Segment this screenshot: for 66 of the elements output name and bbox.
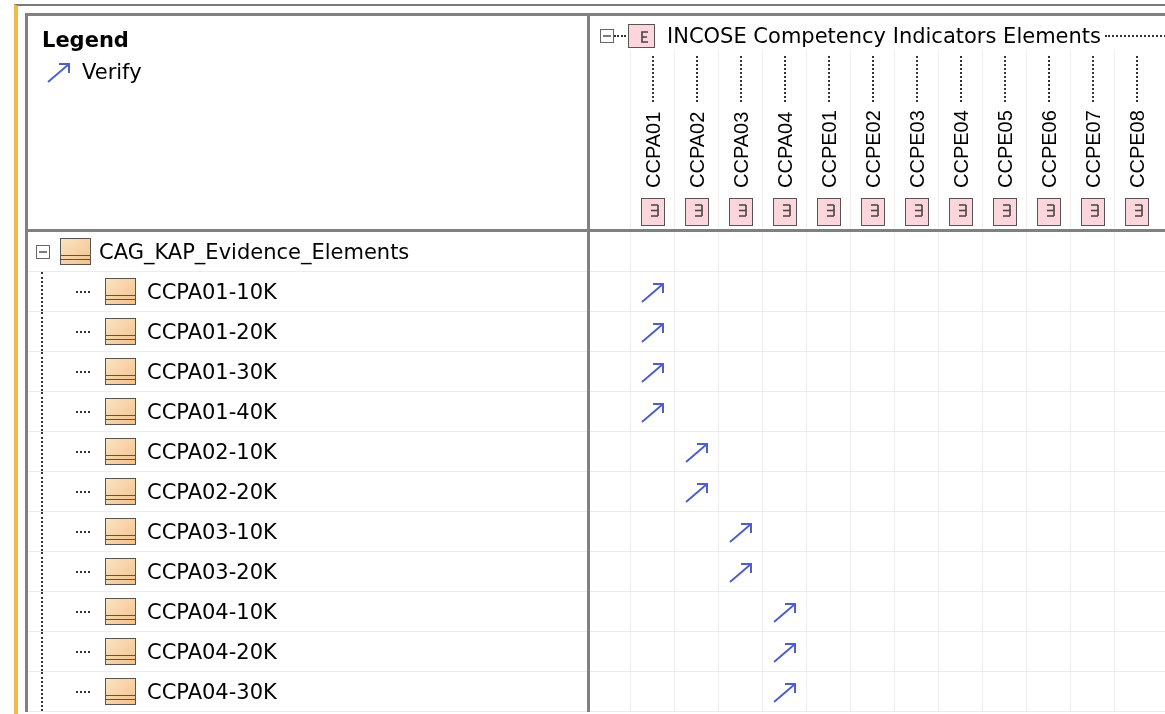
column-header[interactable]: CCPA02 <box>684 106 709 188</box>
verify-arrow-icon <box>771 680 798 703</box>
tree-item[interactable]: CCPA01-30K <box>147 359 277 384</box>
collapse-icon[interactable] <box>36 244 50 259</box>
column-header[interactable]: CCPE04 <box>948 106 973 188</box>
tree-item[interactable]: CCPA04-10K <box>147 599 277 624</box>
column-header[interactable]: CCPE02 <box>860 106 885 188</box>
class-icon <box>105 478 136 505</box>
element-icon <box>1124 198 1149 226</box>
verify-arrow-icon <box>727 560 754 583</box>
verify-arrow-icon <box>683 440 710 463</box>
element-icon <box>992 198 1017 226</box>
class-icon <box>105 518 136 545</box>
tree-item[interactable]: CCPA01-20K <box>147 319 277 344</box>
element-icon <box>904 198 929 226</box>
column-group-header[interactable]: INCOSE Competency Indicators Elements <box>667 23 1101 48</box>
verify-arrow-icon <box>639 400 666 423</box>
collapse-icon[interactable] <box>600 28 614 43</box>
tree-item[interactable]: CCPA02-10K <box>147 439 277 464</box>
column-header[interactable]: CCPE06 <box>1036 106 1061 188</box>
tree-item[interactable]: CCPA03-20K <box>147 559 277 584</box>
element-icon <box>772 198 797 226</box>
verify-arrow-icon <box>771 640 798 663</box>
verify-arrow-icon <box>771 600 798 623</box>
column-header[interactable]: CCPE07 <box>1080 106 1105 188</box>
element-icon <box>860 198 885 226</box>
column-header[interactable]: CCPA04 <box>772 106 797 188</box>
column-header[interactable]: CCPE05 <box>992 106 1017 188</box>
column-header[interactable]: CCPA01 <box>640 106 665 188</box>
class-icon <box>105 678 136 705</box>
tree-item[interactable]: CCPA01-40K <box>147 399 277 424</box>
verify-arrow-icon <box>46 61 72 83</box>
tree-item[interactable]: CAG_KAP_Evidence_Elements <box>99 239 410 264</box>
legend-label: Verify <box>82 60 142 84</box>
class-icon <box>105 638 136 665</box>
column-header[interactable]: CCPE03 <box>904 106 929 188</box>
verify-arrow-icon <box>683 480 710 503</box>
class-icon <box>60 238 91 265</box>
verify-arrow-icon <box>639 360 666 383</box>
class-icon <box>105 278 136 305</box>
element-icon <box>1080 198 1105 226</box>
element-icon <box>640 198 665 226</box>
column-header[interactable]: CCPA03 <box>728 106 753 188</box>
legend-title: Legend <box>42 28 129 52</box>
tree-item[interactable]: CCPA02-20K <box>147 479 277 504</box>
class-icon <box>105 558 136 585</box>
verify-arrow-icon <box>639 320 666 343</box>
class-icon <box>105 438 136 465</box>
verify-arrow-icon <box>639 280 666 303</box>
element-icon <box>948 198 973 226</box>
class-icon <box>105 318 136 345</box>
tree-item[interactable]: CCPA01-10K <box>147 279 277 304</box>
element-icon <box>816 198 841 226</box>
element-icon <box>728 198 753 226</box>
tree-item[interactable]: CCPA03-10K <box>147 519 277 544</box>
tree-item[interactable]: CCPA04-20K <box>147 639 277 664</box>
verify-arrow-icon <box>727 520 754 543</box>
element-icon <box>628 23 655 48</box>
class-icon <box>105 598 136 625</box>
class-icon <box>105 358 136 385</box>
column-header[interactable]: CCPE08 <box>1124 106 1149 188</box>
element-icon <box>1036 198 1061 226</box>
class-icon <box>105 398 136 425</box>
column-header[interactable]: CCPE01 <box>816 106 841 188</box>
tree-item[interactable]: CCPA04-30K <box>147 679 277 704</box>
element-icon <box>684 198 709 226</box>
